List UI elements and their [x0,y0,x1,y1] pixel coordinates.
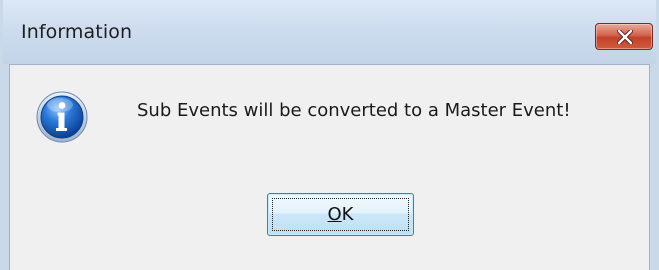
message-text: Sub Events will be converted to a Master… [137,100,571,121]
information-icon [36,91,88,143]
dialog-body: Sub Events will be converted to a Master… [9,64,650,270]
dialog-window: Information Sub Events will be converted… [0,0,659,270]
close-icon [617,30,633,44]
ok-button-label: OK [268,204,413,225]
ok-button[interactable]: OK [267,193,414,236]
ok-label-rest: K [341,204,354,225]
ok-mnemonic: O [327,204,342,225]
window-title: Information [21,21,133,43]
title-bar: Information [3,0,656,64]
close-button[interactable] [595,23,653,50]
